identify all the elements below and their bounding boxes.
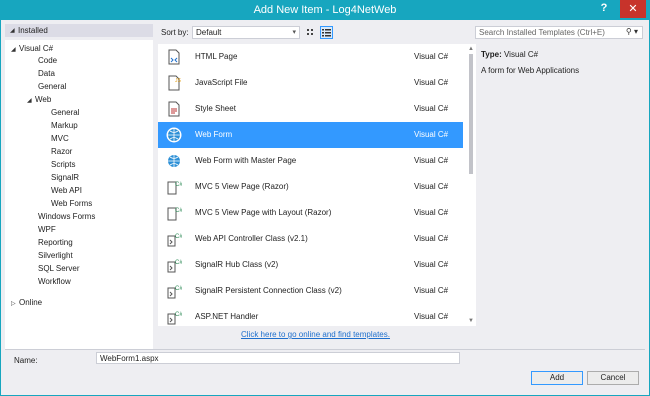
dropdown-arrow-icon: ▾: [292, 29, 296, 36]
list-view-icon: [322, 29, 331, 37]
template-item-signalr-persistent[interactable]: C# SignalR Persistent Connection Class (…: [158, 278, 463, 304]
sort-label: Sort by:: [161, 28, 189, 37]
tree-node-markup[interactable]: Markup: [51, 120, 78, 132]
search-icon[interactable]: ⚲ ▾: [626, 27, 638, 36]
tree-header-installed[interactable]: ◢ Installed: [5, 24, 153, 37]
csharp-class-icon: C#: [167, 260, 182, 273]
tree-node-workflow[interactable]: Workflow: [38, 276, 71, 288]
tree-node-scripts[interactable]: Scripts: [51, 159, 75, 171]
web-form-icon: [166, 127, 182, 143]
search-placeholder: Search Installed Templates (Ctrl+E): [479, 28, 605, 37]
expand-arrow-icon[interactable]: ◢: [11, 44, 19, 56]
template-item-mvc-view-layout[interactable]: C# MVC 5 View Page with Layout (Razor) V…: [158, 200, 463, 226]
tree-node-wpf[interactable]: WPF: [38, 224, 56, 236]
grid-view-icon: [307, 29, 313, 35]
collapse-arrow-icon[interactable]: ◢: [10, 27, 15, 34]
title-bar: Add New Item - Log4NetWeb ? ✕: [0, 0, 650, 20]
tree-node-code[interactable]: Code: [38, 55, 57, 67]
medium-icons-view-button[interactable]: [304, 26, 317, 39]
help-button[interactable]: ?: [598, 2, 610, 14]
template-item-javascript-file[interactable]: JS JavaScript File Visual C#: [158, 70, 463, 96]
javascript-file-icon: JS: [168, 75, 182, 91]
tree-node-mvc[interactable]: MVC: [51, 133, 69, 145]
web-form-icon: [168, 155, 180, 167]
template-list: HTML Page Visual C# JS JavaScript File V…: [158, 44, 466, 326]
template-type: Type: Visual C#: [481, 50, 539, 59]
razor-page-icon: C#: [167, 181, 182, 195]
go-online-link[interactable]: Click here to go online and find templat…: [241, 330, 390, 339]
template-item-signalr-hub[interactable]: C# SignalR Hub Class (v2) Visual C#: [158, 252, 463, 278]
add-button[interactable]: Add: [531, 371, 583, 385]
dialog-body: ◢ Installed ◢ Visual C# Code Data General…: [0, 20, 650, 396]
tree-node-sql-server[interactable]: SQL Server: [38, 263, 80, 275]
template-item-style-sheet[interactable]: Style Sheet Visual C#: [158, 96, 463, 122]
tree-node-web-forms[interactable]: Web Forms: [51, 198, 92, 210]
tree-node-online[interactable]: ▷ Online: [11, 297, 42, 309]
template-item-mvc-view-page[interactable]: C# MVC 5 View Page (Razor) Visual C#: [158, 174, 463, 200]
razor-page-icon: C#: [167, 207, 182, 221]
name-label: Name:: [14, 356, 38, 365]
svg-text:JS: JS: [175, 78, 182, 84]
html-page-icon: [168, 49, 180, 65]
template-item-web-api-controller[interactable]: C# Web API Controller Class (v2.1) Visua…: [158, 226, 463, 252]
csharp-class-icon: C#: [167, 234, 182, 247]
tree-node-windows-forms[interactable]: Windows Forms: [38, 211, 95, 223]
template-list-scrollbar[interactable]: ▲ ▼: [466, 44, 476, 326]
style-sheet-icon: [168, 101, 180, 117]
close-button[interactable]: ✕: [620, 0, 646, 18]
search-templates-input[interactable]: Search Installed Templates (Ctrl+E) ⚲ ▾: [475, 26, 643, 39]
tree-node-silverlight[interactable]: Silverlight: [38, 250, 73, 262]
svg-text:C#: C#: [175, 208, 182, 214]
sort-value: Default: [196, 28, 222, 37]
window-title: Add New Item - Log4NetWeb: [253, 4, 397, 16]
name-input[interactable]: WebForm1.aspx: [96, 352, 460, 364]
tree-node-web-api[interactable]: Web API: [51, 185, 82, 197]
tree-node-data[interactable]: Data: [38, 68, 55, 80]
template-item-web-form[interactable]: Web Form Visual C#: [158, 122, 463, 148]
scroll-down-icon[interactable]: ▼: [468, 318, 474, 324]
template-description: A form for Web Applications: [481, 66, 580, 75]
cancel-button[interactable]: Cancel: [587, 371, 639, 385]
sort-dropdown[interactable]: Default ▾: [192, 26, 300, 39]
scroll-up-icon[interactable]: ▲: [468, 46, 474, 52]
scrollbar-thumb[interactable]: [469, 54, 473, 174]
tree-node-web-general[interactable]: General: [51, 107, 79, 119]
svg-text:C#: C#: [175, 234, 182, 240]
divider: [5, 349, 645, 350]
tree-header-label: Installed: [18, 26, 48, 35]
tree-node-web[interactable]: ◢ Web: [27, 94, 51, 106]
tree-node-general[interactable]: General: [38, 81, 66, 93]
svg-text:C#: C#: [175, 182, 182, 188]
tree-node-reporting[interactable]: Reporting: [38, 237, 73, 249]
template-item-html-page[interactable]: HTML Page Visual C#: [158, 44, 463, 70]
template-details: Type: Visual C# A form for Web Applicati…: [481, 50, 579, 75]
svg-text:C#: C#: [175, 312, 182, 318]
svg-text:C#: C#: [175, 260, 182, 266]
template-item-web-form-master[interactable]: Web Form with Master Page Visual C#: [158, 148, 463, 174]
csharp-class-icon: C#: [167, 286, 182, 299]
small-icons-view-button[interactable]: [320, 26, 333, 39]
expand-arrow-icon[interactable]: ◢: [27, 95, 35, 107]
template-item-aspnet-handler[interactable]: C# ASP.NET Handler Visual C#: [158, 304, 463, 326]
tree-node-razor[interactable]: Razor: [51, 146, 72, 158]
svg-text:C#: C#: [175, 286, 182, 292]
collapsed-arrow-icon[interactable]: ▷: [11, 298, 19, 310]
tree-node-signalr[interactable]: SignalR: [51, 172, 79, 184]
csharp-class-icon: C#: [167, 312, 182, 325]
tree-node-visual-csharp[interactable]: ◢ Visual C#: [11, 43, 53, 55]
